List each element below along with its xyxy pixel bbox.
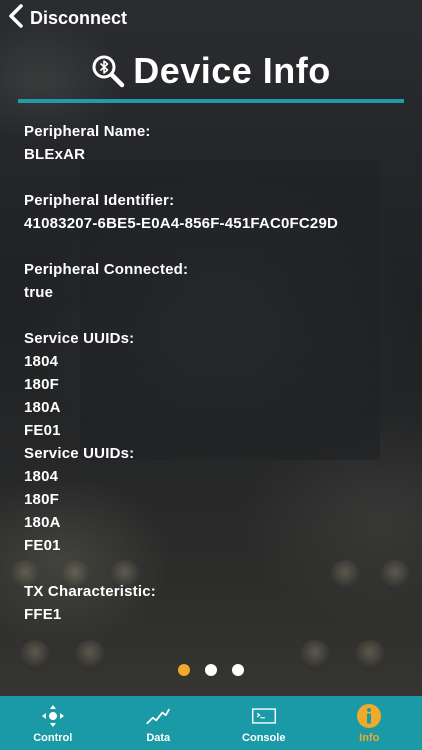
- peripheral-connected-label: Peripheral Connected:: [24, 261, 189, 278]
- service-uuids-label: Service UUIDs:: [24, 445, 135, 462]
- service-uuid: 180A: [24, 514, 61, 531]
- tx-characteristic-label: TX Characteristic:: [24, 583, 156, 600]
- peripheral-identifier-value: 41083207-6BE5-E0A4-856F-451FAC0FC29D: [24, 215, 339, 232]
- page-indicator: [0, 664, 422, 678]
- tab-console[interactable]: Console: [211, 696, 317, 750]
- dpad-icon: [40, 703, 66, 729]
- tab-info[interactable]: Info: [317, 696, 422, 750]
- bluetooth-search-icon: [92, 55, 125, 88]
- disconnect-label: Disconnect: [30, 7, 128, 28]
- tab-bar: Control Data Console Info: [0, 696, 422, 750]
- service-uuid: 180F: [24, 491, 59, 508]
- tab-label: Data: [146, 732, 171, 744]
- chevron-left-icon: [8, 3, 24, 33]
- page-header: Device Info: [0, 48, 422, 94]
- page-title: Device Info: [133, 50, 331, 91]
- disconnect-button[interactable]: Disconnect: [8, 3, 128, 33]
- tx-characteristic-value: FFE1: [24, 606, 62, 623]
- line-chart-icon: [145, 703, 171, 729]
- service-uuids-label: Service UUIDs:: [24, 330, 135, 347]
- tab-label: Info: [359, 732, 380, 744]
- peripheral-connected-value: true: [24, 284, 54, 301]
- tab-control[interactable]: Control: [0, 696, 106, 750]
- peripheral-name-value: BLExAR: [24, 146, 86, 163]
- page-dot-2[interactable]: [205, 664, 217, 676]
- service-uuid: FE01: [24, 537, 61, 554]
- tab-label: Control: [33, 732, 73, 744]
- tab-data[interactable]: Data: [106, 696, 212, 750]
- device-info-list: Peripheral Name: BLExAR Peripheral Ident…: [24, 120, 404, 626]
- service-uuid: FE01: [24, 422, 61, 439]
- tab-label: Console: [242, 732, 286, 744]
- peripheral-identifier-label: Peripheral Identifier:: [24, 192, 175, 209]
- service-uuid: 1804: [24, 468, 59, 485]
- peripheral-name-label: Peripheral Name:: [24, 123, 151, 140]
- title-divider: [18, 99, 404, 103]
- service-uuid: 180F: [24, 376, 59, 393]
- page-dot-1[interactable]: [178, 664, 190, 676]
- service-uuid: 180A: [24, 399, 61, 416]
- info-icon: [356, 703, 382, 729]
- page-dot-3[interactable]: [232, 664, 244, 676]
- service-uuid: 1804: [24, 353, 59, 370]
- terminal-icon: [251, 703, 277, 729]
